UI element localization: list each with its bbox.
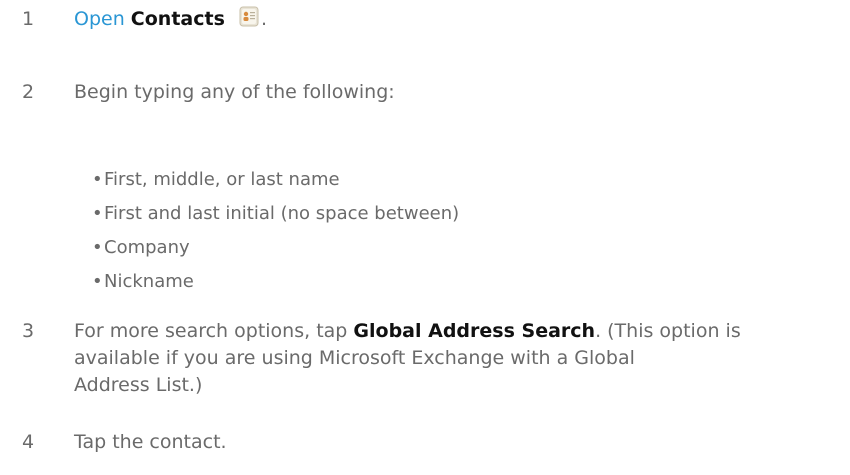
list-item: •First, middle, or last name [92, 163, 792, 197]
contacts-label: Contacts [130, 8, 225, 30]
step-body: Open Contacts . [74, 6, 834, 33]
list-item-text: Company [104, 237, 190, 258]
bullet-icon: • [92, 271, 103, 292]
step-3-line-3: Address List.) [74, 374, 203, 396]
list-item: •Company [92, 231, 792, 265]
step-number: 3 [22, 320, 35, 342]
step-number: 2 [22, 81, 35, 103]
list-item: •First and last initial (no space betwee… [92, 197, 792, 231]
list-item: •Nickname [92, 265, 792, 299]
bullet-icon: • [92, 169, 103, 190]
list-item-text: Nickname [104, 271, 194, 292]
step-body: Tap the contact. [74, 431, 227, 453]
list-item-text: First, middle, or last name [104, 169, 340, 190]
step-3-prefix: For more search options, tap [74, 320, 348, 342]
step-body: For more search options, tap Global Addr… [74, 318, 834, 399]
bullet-icon: • [92, 237, 103, 258]
search-criteria-list: •First, middle, or last name •First and … [92, 163, 792, 299]
step-number: 4 [22, 431, 35, 453]
bullet-icon: • [92, 203, 103, 224]
list-item-text: First and last initial (no space between… [104, 203, 460, 224]
open-link[interactable]: Open [74, 8, 125, 30]
step-3-line-2: available if you are using Microsoft Exc… [74, 347, 635, 369]
step-1-period: . [260, 8, 267, 30]
step-body: Begin typing any of the following: [74, 81, 395, 103]
step-number: 1 [22, 8, 35, 30]
step-3-suffix: . (This option is [595, 320, 741, 342]
contacts-app-icon[interactable] [237, 6, 261, 28]
global-address-search-label: Global Address Search [353, 320, 596, 342]
